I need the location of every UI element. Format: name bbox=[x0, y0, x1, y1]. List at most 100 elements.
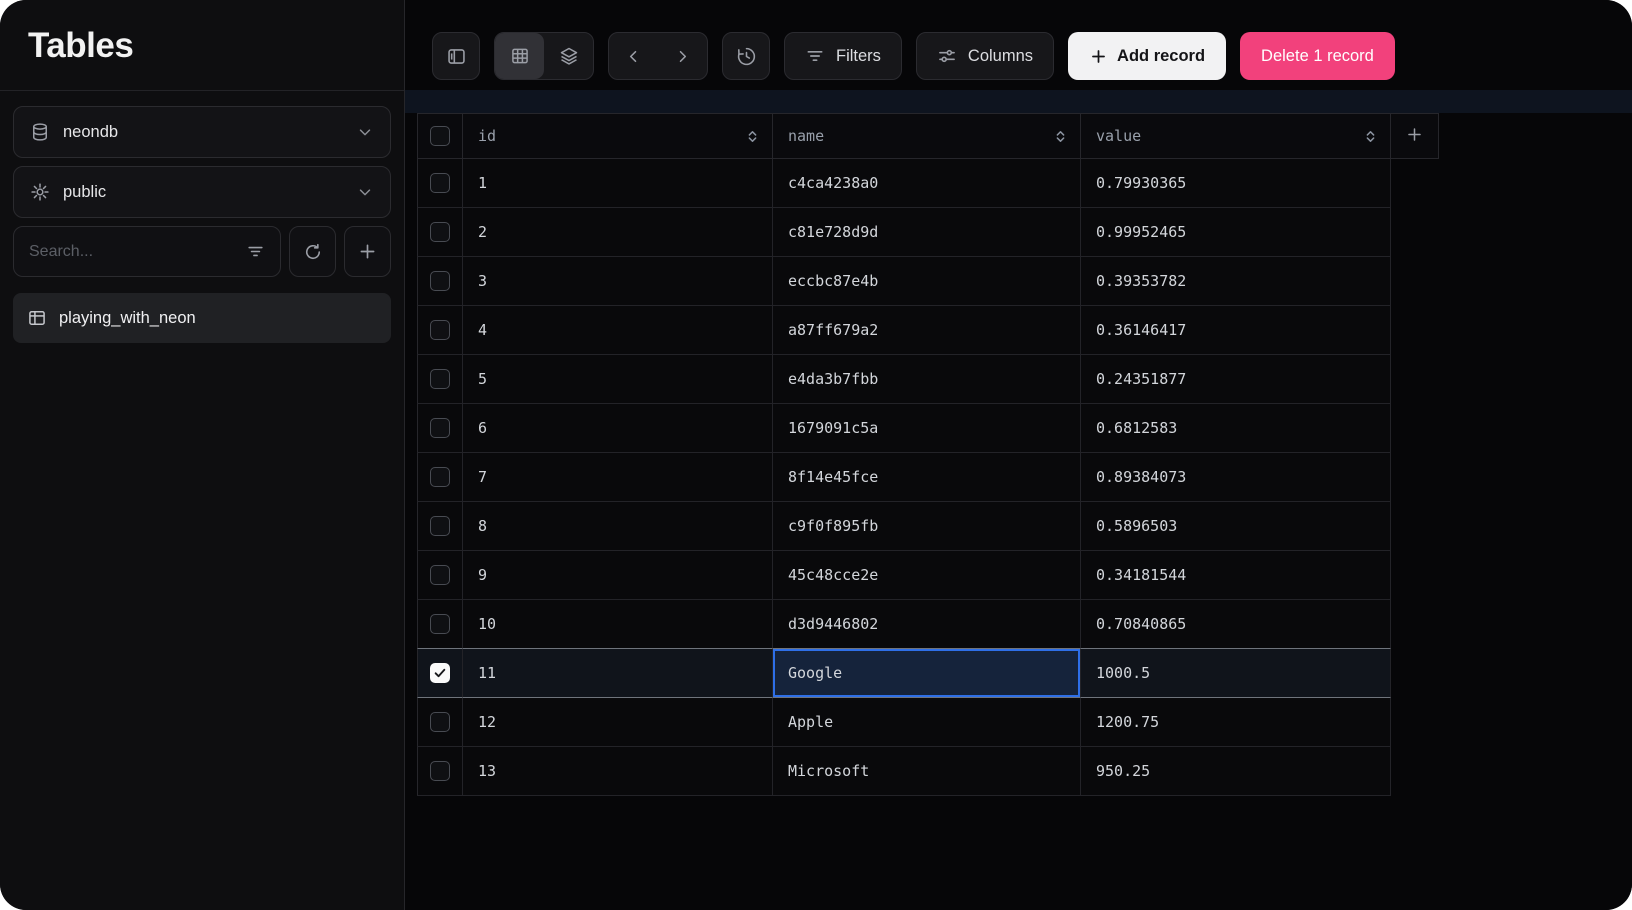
column-header-name[interactable]: name bbox=[773, 113, 1081, 159]
schema-select[interactable]: public bbox=[13, 166, 391, 218]
table-view-button[interactable] bbox=[495, 33, 544, 79]
cell-name[interactable]: Google bbox=[773, 649, 1081, 698]
add-column-button[interactable] bbox=[1391, 113, 1439, 159]
table-row: 13 Microsoft 950.25 bbox=[417, 747, 1439, 796]
row-spacer-cell bbox=[1391, 159, 1439, 208]
cell-id[interactable]: 12 bbox=[463, 698, 773, 747]
cell-name[interactable]: d3d9446802 bbox=[773, 600, 1081, 649]
cell-value[interactable]: 0.6812583 bbox=[1081, 404, 1391, 453]
row-checkbox[interactable] bbox=[430, 173, 450, 193]
cell-name[interactable]: a87ff679a2 bbox=[773, 306, 1081, 355]
cell-id[interactable]: 6 bbox=[463, 404, 773, 453]
row-checkbox[interactable] bbox=[430, 761, 450, 781]
table-row: 12 Apple 1200.75 bbox=[417, 698, 1439, 747]
refresh-button[interactable] bbox=[289, 226, 336, 277]
cell-value[interactable]: 0.24351877 bbox=[1081, 355, 1391, 404]
row-checkbox[interactable] bbox=[430, 565, 450, 585]
database-icon bbox=[30, 122, 50, 142]
cell-name[interactable]: 8f14e45fce bbox=[773, 453, 1081, 502]
cell-value[interactable]: 950.25 bbox=[1081, 747, 1391, 796]
row-checkbox[interactable] bbox=[430, 467, 450, 487]
delete-record-button[interactable]: Delete 1 record bbox=[1240, 32, 1395, 80]
database-select-value: neondb bbox=[63, 123, 118, 142]
cell-id[interactable]: 2 bbox=[463, 208, 773, 257]
cell-id[interactable]: 13 bbox=[463, 747, 773, 796]
row-spacer-cell bbox=[1391, 600, 1439, 649]
cell-value[interactable]: 0.39353782 bbox=[1081, 257, 1391, 306]
sort-icon[interactable] bbox=[745, 129, 760, 144]
cell-name[interactable]: c9f0f895fb bbox=[773, 502, 1081, 551]
app-window: Tables neondb bbox=[0, 0, 1632, 910]
cell-value[interactable]: 1200.75 bbox=[1081, 698, 1391, 747]
row-checkbox-cell bbox=[417, 502, 463, 551]
column-header-id[interactable]: id bbox=[463, 113, 773, 159]
cell-id[interactable]: 9 bbox=[463, 551, 773, 600]
cell-id[interactable]: 11 bbox=[463, 649, 773, 698]
filters-button[interactable]: Filters bbox=[784, 32, 902, 80]
column-header-value[interactable]: value bbox=[1081, 113, 1391, 159]
toolbar: Filters Columns Add record Delete 1 bbox=[432, 32, 1605, 80]
sidebar: Tables neondb bbox=[0, 0, 405, 910]
row-checkbox[interactable] bbox=[430, 320, 450, 340]
row-checkbox[interactable] bbox=[430, 516, 450, 536]
row-checkbox[interactable] bbox=[430, 271, 450, 291]
sidebar-item-playing-with-neon[interactable]: playing_with_neon bbox=[13, 293, 391, 343]
columns-button[interactable]: Columns bbox=[916, 32, 1054, 80]
filter-lines-icon bbox=[805, 46, 825, 66]
toggle-sidebar-button[interactable] bbox=[432, 32, 480, 80]
row-checkbox[interactable] bbox=[430, 418, 450, 438]
plus-icon bbox=[1089, 47, 1108, 66]
cell-id[interactable]: 3 bbox=[463, 257, 773, 306]
search-input[interactable] bbox=[29, 243, 236, 261]
cell-value[interactable]: 1000.5 bbox=[1081, 649, 1391, 698]
add-record-button-label: Add record bbox=[1117, 47, 1205, 66]
table-body: 1 c4ca4238a0 0.79930365 2 c81e728d9d 0.9… bbox=[417, 159, 1439, 796]
page-title: Tables bbox=[28, 26, 376, 66]
history-icon bbox=[736, 46, 757, 67]
row-checkbox[interactable] bbox=[430, 222, 450, 242]
row-checkbox-cell bbox=[417, 551, 463, 600]
cell-name[interactable]: 1679091c5a bbox=[773, 404, 1081, 453]
cell-id[interactable]: 4 bbox=[463, 306, 773, 355]
cell-name[interactable]: c4ca4238a0 bbox=[773, 159, 1081, 208]
filters-button-label: Filters bbox=[836, 47, 881, 66]
cell-id[interactable]: 1 bbox=[463, 159, 773, 208]
cell-name[interactable]: Microsoft bbox=[773, 747, 1081, 796]
cell-name[interactable]: 45c48cce2e bbox=[773, 551, 1081, 600]
cell-value[interactable]: 0.89384073 bbox=[1081, 453, 1391, 502]
prev-page-button[interactable] bbox=[609, 33, 658, 79]
cell-value[interactable]: 0.70840865 bbox=[1081, 600, 1391, 649]
sort-icon[interactable] bbox=[1363, 129, 1378, 144]
row-checkbox[interactable] bbox=[430, 369, 450, 389]
cell-name[interactable]: Apple bbox=[773, 698, 1081, 747]
cell-value[interactable]: 0.34181544 bbox=[1081, 551, 1391, 600]
cell-name[interactable]: eccbc87e4b bbox=[773, 257, 1081, 306]
table-row: 10 d3d9446802 0.70840865 bbox=[417, 600, 1439, 649]
cell-id[interactable]: 7 bbox=[463, 453, 773, 502]
cell-id[interactable]: 10 bbox=[463, 600, 773, 649]
cell-value[interactable]: 0.5896503 bbox=[1081, 502, 1391, 551]
plus-icon bbox=[1405, 125, 1424, 144]
cell-name[interactable]: e4da3b7fbb bbox=[773, 355, 1081, 404]
next-page-button[interactable] bbox=[658, 33, 707, 79]
cell-value[interactable]: 0.79930365 bbox=[1081, 159, 1391, 208]
cell-value[interactable]: 0.36146417 bbox=[1081, 306, 1391, 355]
add-table-button[interactable] bbox=[344, 226, 391, 277]
layers-view-button[interactable] bbox=[544, 33, 593, 79]
row-checkbox[interactable] bbox=[430, 663, 450, 683]
select-all-checkbox[interactable] bbox=[430, 126, 450, 146]
sort-icon[interactable] bbox=[1053, 129, 1068, 144]
cell-name[interactable]: c81e728d9d bbox=[773, 208, 1081, 257]
gear-icon bbox=[30, 182, 50, 202]
cell-id[interactable]: 8 bbox=[463, 502, 773, 551]
table-row: 7 8f14e45fce 0.89384073 bbox=[417, 453, 1439, 502]
row-spacer-cell bbox=[1391, 355, 1439, 404]
row-checkbox[interactable] bbox=[430, 712, 450, 732]
add-record-button[interactable]: Add record bbox=[1068, 32, 1226, 80]
history-button[interactable] bbox=[722, 32, 770, 80]
row-checkbox[interactable] bbox=[430, 614, 450, 634]
database-select[interactable]: neondb bbox=[13, 106, 391, 158]
cell-id[interactable]: 5 bbox=[463, 355, 773, 404]
row-checkbox-cell bbox=[417, 453, 463, 502]
cell-value[interactable]: 0.99952465 bbox=[1081, 208, 1391, 257]
